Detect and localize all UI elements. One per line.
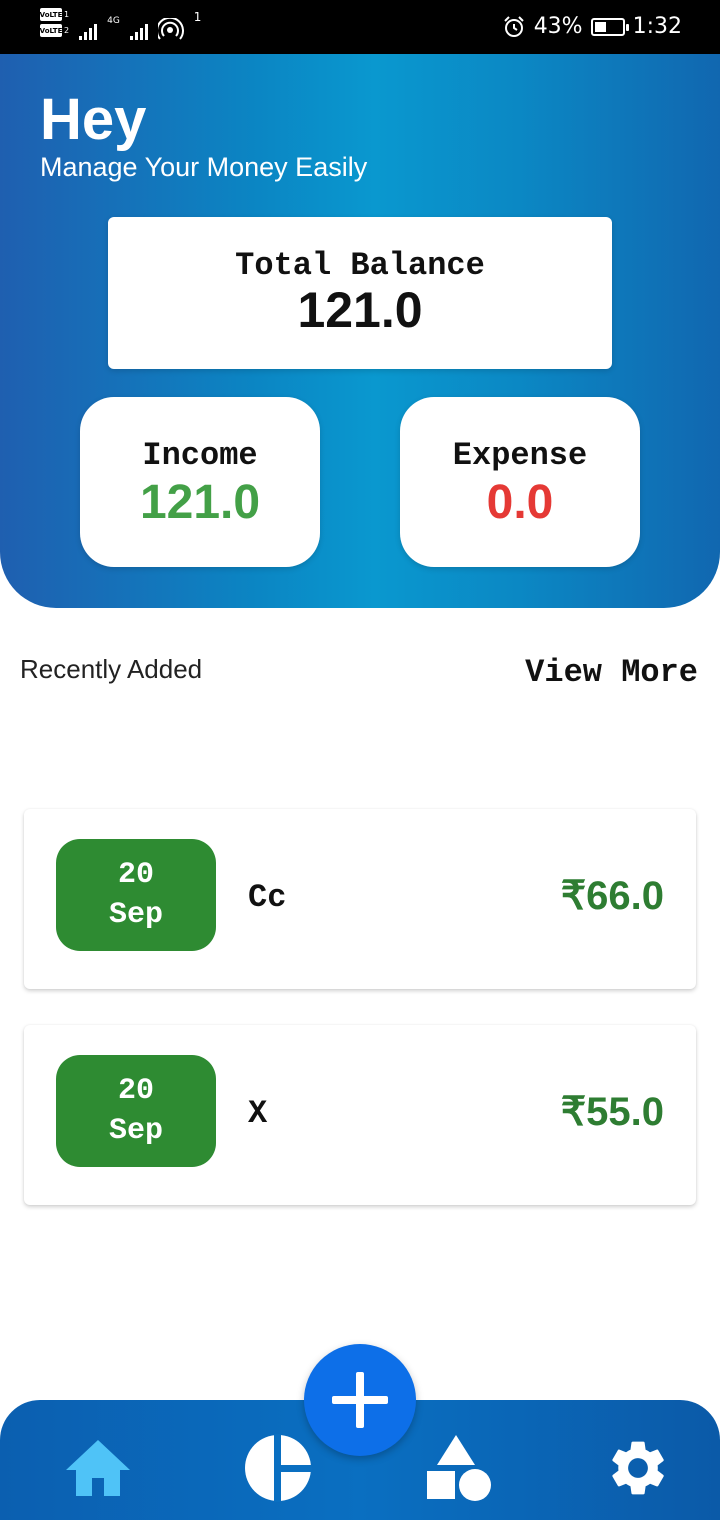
gear-icon [612,1441,664,1495]
volte-icon: VoLTE [40,24,62,37]
battery-percent: 43% [533,14,583,39]
hotspot-count: 1 [193,10,202,24]
transaction-card[interactable]: 20 Sep Cc ₹66.0 [24,809,696,989]
income-value: 121.0 [139,476,261,529]
expense-value: 0.0 [486,476,554,529]
view-more-link[interactable]: View More [525,654,698,691]
greeting-title: Hey [40,87,147,152]
status-bar-left: VoLTE 1 VoLTE 2 4G 1 [40,8,201,40]
nav-home[interactable] [60,1430,136,1506]
recently-added-heading: Recently Added [20,654,203,684]
income-label: Income [142,437,258,474]
transaction-day: 20 [117,858,154,892]
sim-1: VoLTE 1 [40,8,69,21]
shapes-icon [427,1435,491,1501]
expense-card: Expense 0.0 [400,397,640,567]
battery-icon [590,17,629,36]
signal-strength-icon [79,18,98,40]
transaction-amount: ₹55.0 [560,1090,664,1134]
nav-statistics[interactable] [240,1430,316,1506]
transaction-day: 20 [117,1074,154,1108]
network-type: 4G [107,16,120,26]
greeting-subtitle: Manage Your Money Easily [40,152,368,182]
plus-icon [332,1372,388,1428]
pie-chart-icon [245,1434,312,1502]
transaction-amount: ₹66.0 [560,874,664,918]
nav-categories[interactable] [420,1430,496,1506]
transaction-card[interactable]: 20 Sep X ₹55.0 [24,1025,696,1205]
transaction-title: X [248,1095,268,1132]
hotspot-icon [157,18,184,40]
summary-header: Hey Manage Your Money Easily Total Balan… [0,54,720,608]
expense-label: Expense [452,437,588,474]
clock: 1:32 [632,14,682,39]
sim-2: VoLTE 2 [40,24,69,37]
battery-level [594,21,606,32]
status-bar-right: 43% 1:32 [502,14,682,39]
total-balance-label: Total Balance [235,247,485,284]
signal-strength-icon [129,18,148,40]
income-card: Income 121.0 [80,397,320,567]
transaction-date-badge: 20 Sep [56,1055,216,1167]
transaction-date-badge: 20 Sep [56,839,216,951]
total-balance-value: 121.0 [297,282,423,338]
add-transaction-button[interactable] [304,1344,416,1456]
sim-1-number: 1 [64,10,70,19]
transaction-month: Sep [108,898,163,932]
sim-2-number: 2 [64,26,70,35]
alarm-icon [503,15,524,37]
transaction-title: Cc [248,879,287,916]
volte-icon: VoLTE [40,8,62,21]
nav-settings[interactable] [600,1430,676,1506]
total-balance-card: Total Balance 121.0 [108,217,612,369]
home-icon [66,1440,130,1496]
transaction-month: Sep [108,1114,163,1148]
status-bar: VoLTE 1 VoLTE 2 4G 1 43% 1:32 [0,0,720,54]
sim-indicators: VoLTE 1 VoLTE 2 [40,8,69,37]
